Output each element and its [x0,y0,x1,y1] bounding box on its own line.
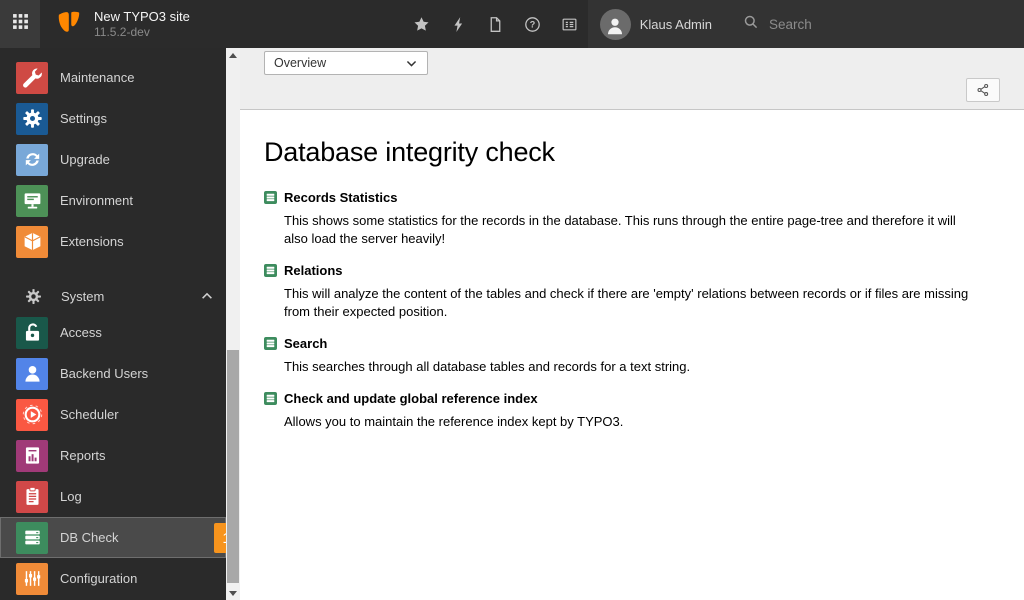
configuration-sliders-icon [16,562,48,595]
grid-icon [12,13,29,35]
sidebar-scrollbar[interactable] [226,48,240,600]
sidebar-item-label: Extensions [60,234,124,249]
upgrade-refresh-icon [16,143,48,176]
sidebar-item-log[interactable]: Log [0,476,226,517]
module-menu-toggle-button[interactable] [0,0,40,48]
check-item-title: Check and update global reference index [284,391,538,406]
opened-document-icon[interactable] [477,0,514,48]
sidebar-item-label: Maintenance [60,70,135,85]
site-version: 11.5.2-dev [94,25,150,39]
sidebar-item-label: Reports [60,448,106,463]
typo3-logo-icon [54,7,84,42]
environment-monitor-icon [16,184,48,217]
db-check-icon [16,521,48,554]
system-information-icon[interactable] [551,0,588,48]
db-table-icon [264,337,277,350]
sidebar-item-label: DB Check [60,530,119,545]
reports-chart-icon [16,439,48,472]
sidebar-item-access[interactable]: Access [0,312,226,353]
site-title: New TYPO3 site [94,9,190,24]
list-item-relations: Relations This will analyze the content … [264,263,1000,321]
check-list: Records Statistics This shows some stati… [264,190,1000,431]
sidebar-item-environment[interactable]: Environment [0,180,226,221]
log-clipboard-icon [16,480,48,513]
search-input[interactable] [769,16,999,32]
check-item-description: This shows some statistics for the recor… [284,213,956,246]
sidebar-item-configuration[interactable]: Configuration [0,558,226,599]
db-table-icon [264,392,277,405]
sidebar-item-label: Settings [60,111,107,126]
sidebar-item-db-check[interactable]: DB Check 1 [0,517,226,558]
page-title: Database integrity check [264,137,555,167]
access-lock-icon [16,316,48,349]
sidebar-item-settings[interactable]: Settings [0,98,226,139]
scroll-down-arrow-icon[interactable] [226,586,240,600]
db-table-icon [264,191,277,204]
system-gear-icon [26,288,41,304]
avatar [599,8,631,40]
sidebar-item-maintenance[interactable]: Maintenance [0,57,226,98]
sidebar-item-label: Access [60,325,102,340]
check-item-description: Allows you to maintain the reference ind… [284,414,624,429]
sidebar-item-label: Environment [60,193,133,208]
topbar-search[interactable] [726,0,1024,48]
svg-text:?: ? [529,19,535,29]
topbar-toolbar: ? [403,0,588,48]
check-item-title: Records Statistics [284,190,398,205]
scheduler-play-icon [16,398,48,431]
main-content: Database integrity check Records Statist… [240,111,1024,600]
scroll-up-arrow-icon[interactable] [226,48,240,62]
sidebar-section-system[interactable]: System [0,280,226,312]
db-check-badge: 1 [214,523,226,553]
chevron-up-icon[interactable] [200,289,214,303]
chevron-down-icon [406,60,417,67]
sidebar-item-extensions[interactable]: Extensions [0,221,226,262]
sidebar-item-reports[interactable]: Reports [0,435,226,476]
check-item-description: This searches through all database table… [284,359,691,374]
settings-gear-icon [16,102,48,135]
sidebar-item-label: Backend Users [60,366,149,381]
check-item-title: Relations [284,263,343,278]
sidebar-item-scheduler[interactable]: Scheduler [0,394,226,435]
bookmark-star-icon[interactable] [403,0,440,48]
docheader: Overview [240,48,1024,110]
list-item-search: Search This searches through all databas… [264,336,1000,376]
maintenance-icon [16,61,48,94]
share-icon [977,83,989,97]
clear-cache-bolt-icon[interactable] [440,0,477,48]
sidebar-item-label: Upgrade [60,152,110,167]
sidebar-item-label: Log [60,489,82,504]
typo3-brand[interactable]: New TYPO3 site 11.5.2-dev [40,0,190,48]
user-name: Klaus Admin [639,16,712,32]
backend-users-person-icon [16,357,48,390]
check-item-description: This will analyze the content of the tab… [284,286,969,319]
dropdown-value: Overview [274,56,327,70]
scrollbar-thumb[interactable] [227,350,239,583]
list-item-records-statistics: Records Statistics This shows some stati… [264,190,1000,248]
list-item-reference-index: Check and update global reference index … [264,391,1000,431]
module-sidebar: Maintenance Settings Upgrade Environment… [0,48,226,600]
check-item-title: Search [284,336,328,351]
sidebar-item-backend-users[interactable]: Backend Users [0,353,226,394]
extensions-cube-icon [16,225,48,258]
user-menu[interactable]: Klaus Admin [587,0,726,48]
search-icon [743,14,759,35]
sidebar-section-label: System [61,288,105,304]
share-button[interactable] [966,78,1000,102]
function-select-dropdown[interactable]: Overview [264,51,428,75]
help-icon[interactable]: ? [514,0,551,48]
sidebar-item-label: Scheduler [60,407,119,422]
db-table-icon [264,264,277,277]
sidebar-item-label: Configuration [60,571,138,586]
topbar: New TYPO3 site 11.5.2-dev ? Klaus Admin … [0,0,1024,48]
sidebar-item-upgrade[interactable]: Upgrade [0,139,226,180]
